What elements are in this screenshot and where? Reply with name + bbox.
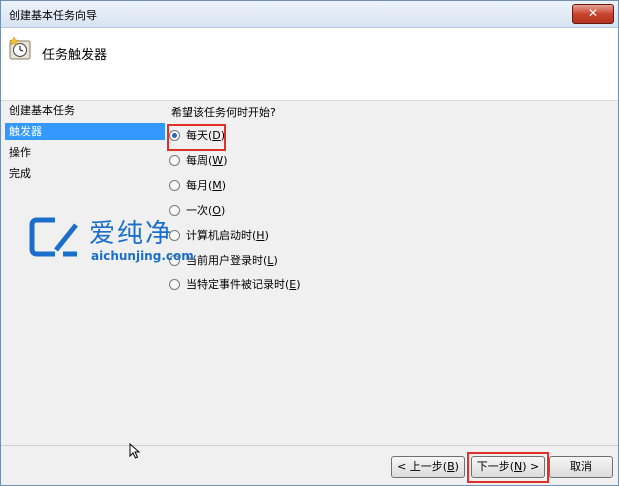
radio-on-event[interactable]: 当特定事件被记录时(E) — [169, 276, 301, 294]
radio-weekly[interactable]: 每周(W) — [169, 152, 227, 170]
step-action[interactable]: 操作 — [5, 144, 165, 161]
watermark-url: aichunjing.com — [91, 249, 194, 263]
step-label: 触发器 — [9, 125, 42, 138]
title-bar[interactable]: 创建基本任务向导 ✕ — [1, 1, 618, 28]
window-title: 创建基本任务向导 — [9, 9, 97, 22]
close-button[interactable]: ✕ — [572, 4, 614, 24]
wizard-header: 任务触发器 — [1, 28, 618, 101]
step-label: 创建基本任务 — [9, 104, 75, 117]
watermark-logo-icon — [29, 217, 78, 257]
wizard-window: 创建基本任务向导 ✕ 任务触发器 创建基本任务 触发器 操作 完成 希望该任务何… — [0, 0, 619, 486]
step-finish[interactable]: 完成 — [5, 165, 165, 182]
step-trigger[interactable]: 触发器 — [5, 123, 165, 140]
mouse-cursor-icon — [129, 443, 141, 459]
daily-highlight-box — [167, 124, 226, 151]
clock-icon — [9, 36, 31, 60]
trigger-options: 希望该任务何时开始? 每天(D) 每周(W) 每月(M) 一次(O) 计算机启动… — [169, 100, 609, 400]
page-title: 任务触发器 — [42, 48, 108, 63]
back-button[interactable]: < 上一步(B) — [391, 456, 465, 478]
question-label: 希望该任务何时开始? — [171, 106, 276, 119]
close-icon: ✕ — [587, 6, 599, 20]
radio-button[interactable] — [169, 278, 180, 290]
step-create-basic-task[interactable]: 创建基本任务 — [5, 102, 165, 119]
radio-monthly[interactable]: 每月(M) — [169, 177, 226, 195]
radio-button[interactable] — [169, 154, 180, 166]
watermark-text: 爱纯净 — [89, 219, 174, 249]
radio-button[interactable] — [169, 179, 180, 191]
watermark: 爱纯净 aichunjing.com — [29, 213, 209, 267]
step-label: 操作 — [9, 146, 31, 159]
step-label: 完成 — [9, 167, 31, 180]
footer-divider — [1, 445, 618, 446]
cancel-button[interactable]: 取消 — [549, 456, 613, 478]
wizard-steps: 创建基本任务 触发器 操作 完成 — [1, 100, 166, 300]
next-highlight-box — [467, 452, 549, 483]
